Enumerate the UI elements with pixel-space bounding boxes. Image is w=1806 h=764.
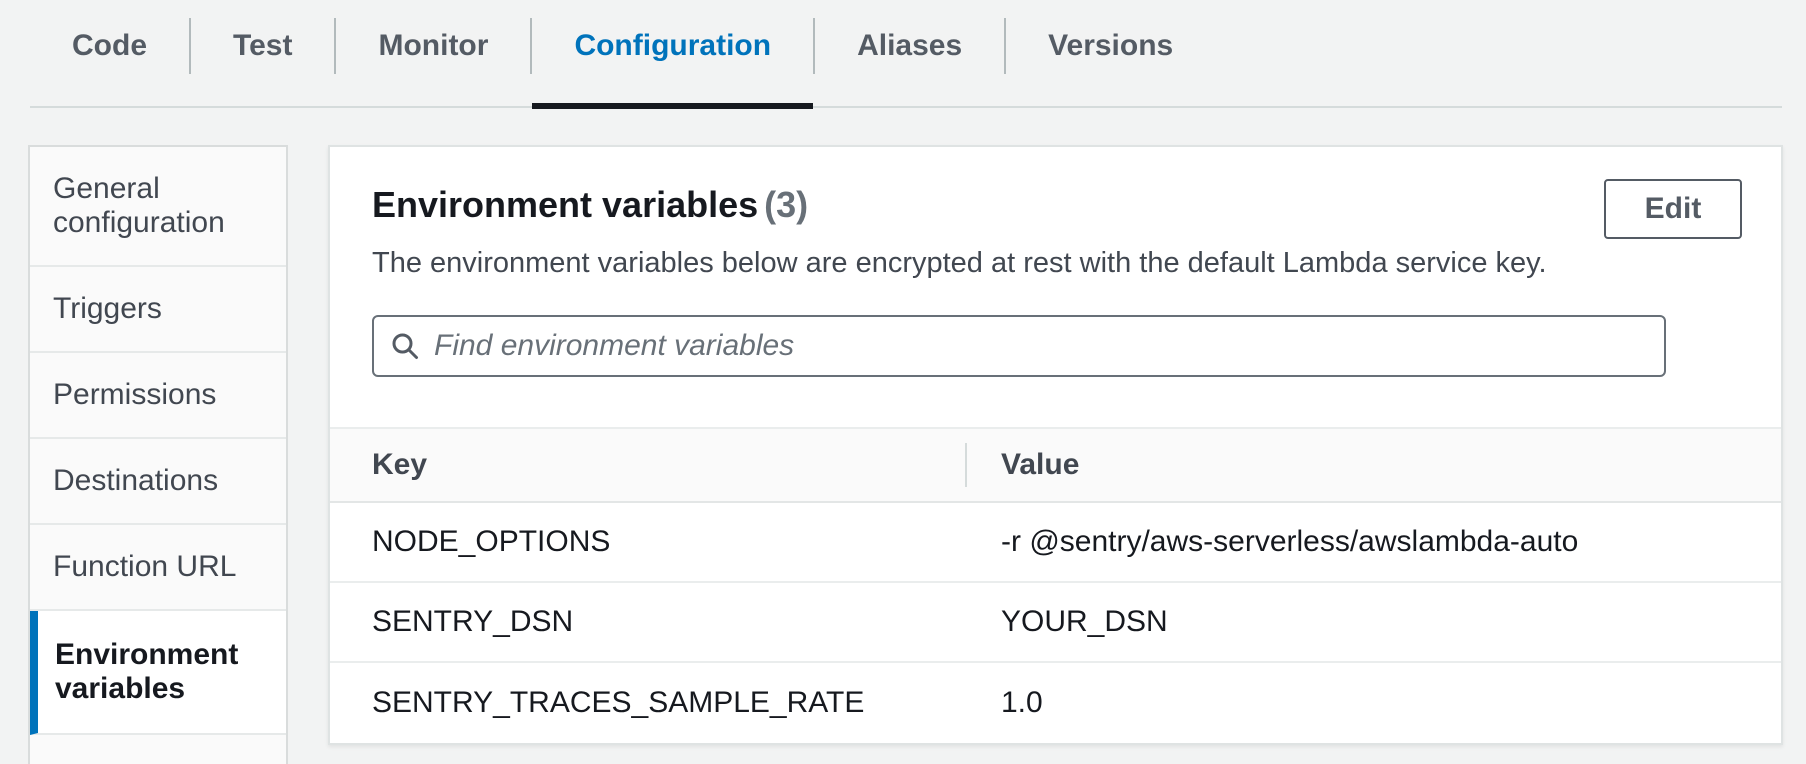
table-header-row: Key Value <box>330 427 1781 503</box>
page-title-text: Environment variables <box>372 184 758 225</box>
column-header-value: Value <box>965 448 1781 482</box>
active-tab-underline <box>532 103 813 109</box>
tab-monitor[interactable]: Monitor <box>336 0 530 93</box>
panel-description: The environment variables below are encr… <box>372 243 1739 283</box>
sidebar-item-tags[interactable]: Tags <box>30 735 286 764</box>
function-tab-bar: Code Test Monitor Configuration Aliases … <box>30 0 1782 108</box>
environment-variables-panel: Edit Environment variables(3) The enviro… <box>328 145 1783 745</box>
tab-code-label: Code <box>72 29 147 63</box>
edit-button[interactable]: Edit <box>1604 179 1742 239</box>
tab-versions-label: Versions <box>1048 29 1173 63</box>
search-field-container <box>372 315 1666 377</box>
tab-code[interactable]: Code <box>30 0 189 93</box>
sidebar-item-environment-variables[interactable]: Environment variables <box>30 611 286 735</box>
table-row: NODE_OPTIONS -r @sentry/aws-serverless/a… <box>330 503 1781 583</box>
page-title: Environment variables(3) <box>372 183 1739 227</box>
env-var-value: -r @sentry/aws-serverless/awslambda-auto <box>965 525 1781 559</box>
configuration-sidebar: General configuration Triggers Permissio… <box>28 145 288 764</box>
environment-variables-table: Key Value NODE_OPTIONS -r @sentry/aws-se… <box>330 427 1781 743</box>
tab-test-label: Test <box>233 29 292 63</box>
tab-monitor-label: Monitor <box>378 29 488 63</box>
tab-aliases[interactable]: Aliases <box>815 0 1004 93</box>
sidebar-item-permissions[interactable]: Permissions <box>30 353 286 439</box>
env-var-value: 1.0 <box>965 686 1781 720</box>
sidebar-item-general-configuration[interactable]: General configuration <box>30 147 286 267</box>
column-header-key: Key <box>330 448 965 482</box>
env-var-key: NODE_OPTIONS <box>330 525 965 559</box>
table-row: SENTRY_TRACES_SAMPLE_RATE 1.0 <box>330 663 1781 743</box>
tab-configuration-label: Configuration <box>574 29 771 63</box>
item-count-badge: (3) <box>764 184 808 225</box>
env-var-key: SENTRY_TRACES_SAMPLE_RATE <box>330 686 965 720</box>
tab-configuration[interactable]: Configuration <box>532 0 813 93</box>
tab-versions[interactable]: Versions <box>1006 0 1215 93</box>
env-var-key: SENTRY_DSN <box>330 605 965 639</box>
sidebar-item-destinations[interactable]: Destinations <box>30 439 286 525</box>
table-row: SENTRY_DSN YOUR_DSN <box>330 583 1781 663</box>
search-icon <box>390 331 420 361</box>
tab-aliases-label: Aliases <box>857 29 962 63</box>
sidebar-item-triggers[interactable]: Triggers <box>30 267 286 353</box>
sidebar-item-function-url[interactable]: Function URL <box>30 525 286 611</box>
tab-test[interactable]: Test <box>191 0 334 93</box>
panel-header: Environment variables(3) The environment… <box>330 147 1781 377</box>
search-input[interactable] <box>434 319 1648 373</box>
env-var-value: YOUR_DSN <box>965 605 1781 639</box>
